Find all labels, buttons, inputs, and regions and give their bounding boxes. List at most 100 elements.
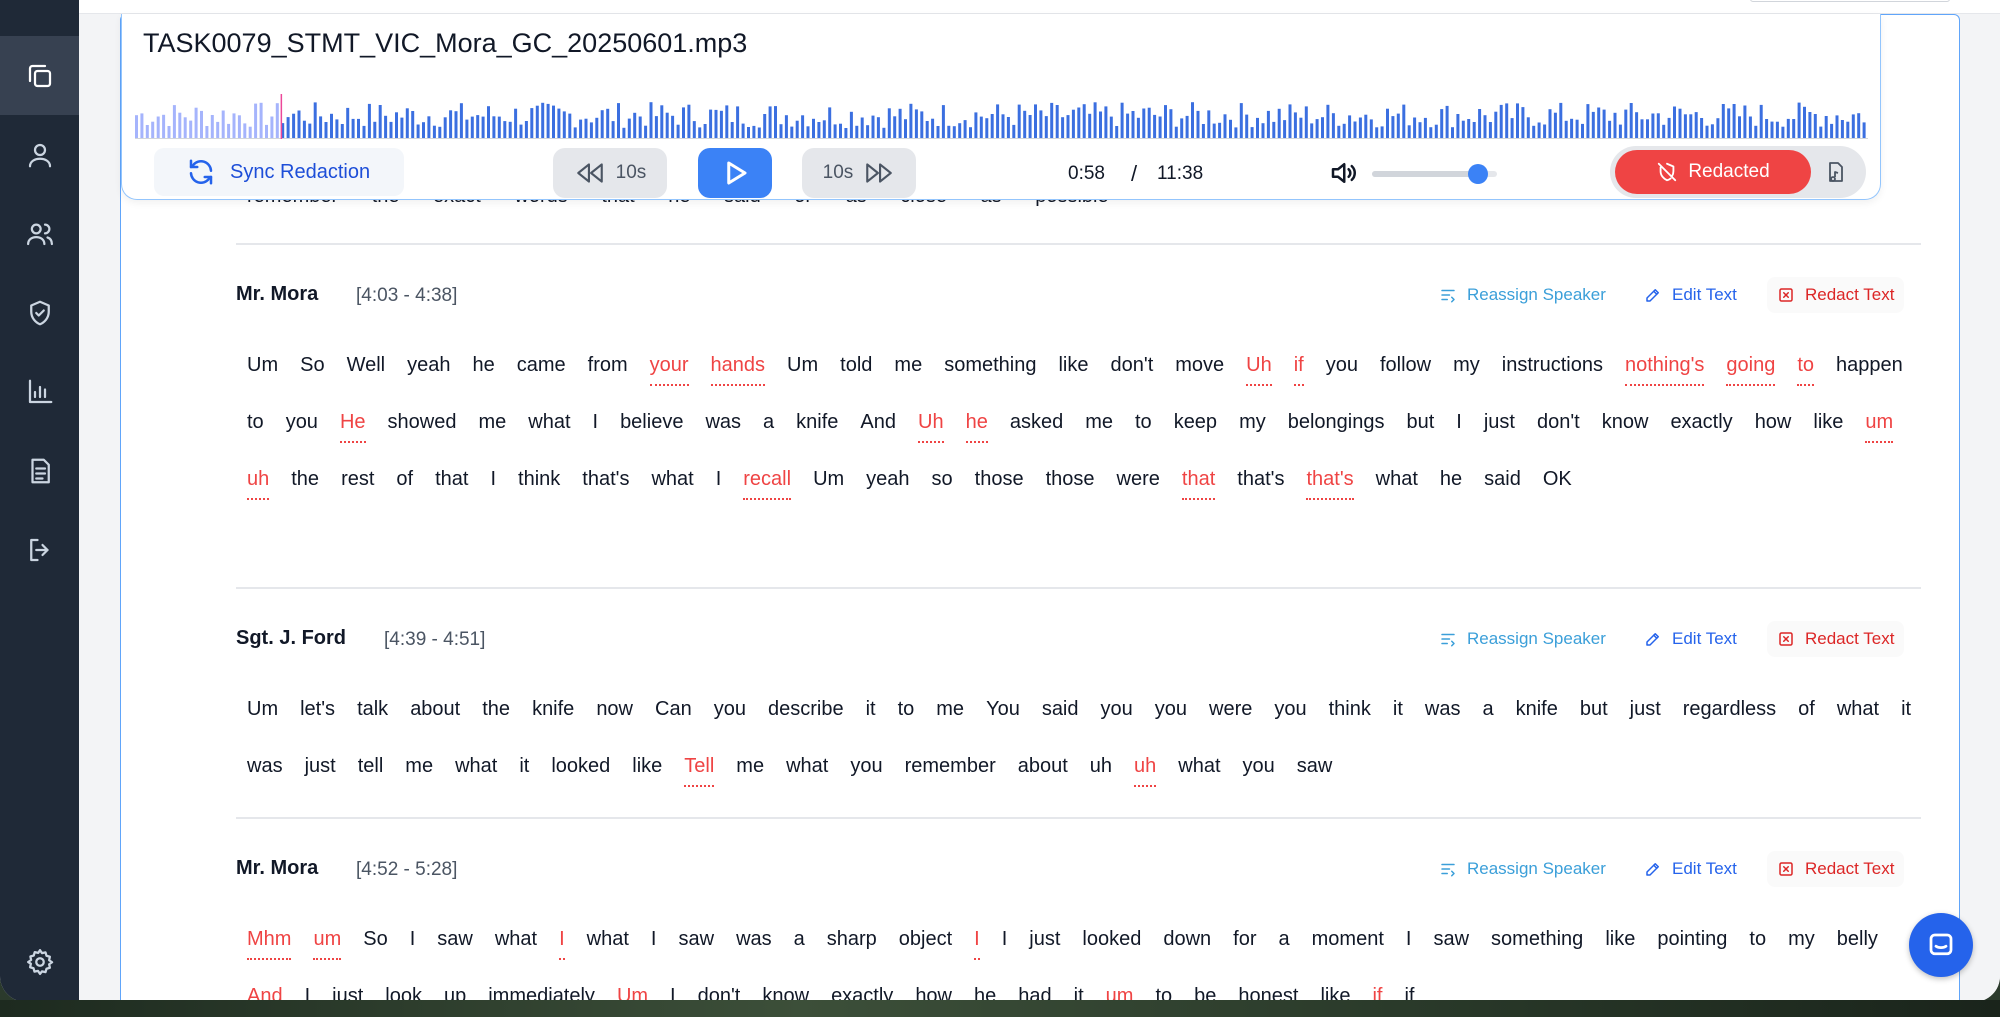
transcript-word[interactable]: Um bbox=[776, 339, 829, 396]
transcript-word[interactable]: I bbox=[582, 396, 610, 453]
transcript-word[interactable]: that bbox=[424, 453, 479, 510]
transcript-word[interactable]: looked bbox=[1071, 913, 1152, 970]
volume-button[interactable] bbox=[1327, 158, 1359, 188]
transcript-word[interactable]: were bbox=[1198, 683, 1263, 740]
transcript-word[interactable]: me bbox=[467, 396, 517, 453]
edit-text-button[interactable]: Edit Text bbox=[1634, 621, 1747, 657]
transcript-word[interactable]: follow bbox=[1369, 339, 1442, 396]
transcript-word[interactable]: of bbox=[1787, 683, 1826, 740]
transcript-word[interactable]: about bbox=[399, 683, 471, 740]
redacted-word[interactable]: um bbox=[1854, 396, 1904, 453]
transcript-word[interactable]: asked bbox=[999, 396, 1074, 453]
transcript-word[interactable]: So bbox=[289, 339, 335, 396]
transcript-word[interactable]: up bbox=[433, 970, 477, 1002]
transcript-word[interactable]: be bbox=[1183, 970, 1227, 1002]
sidebar-item-analytics[interactable] bbox=[0, 352, 79, 431]
sidebar-item-settings[interactable] bbox=[0, 922, 79, 1001]
transcript-word[interactable]: And bbox=[849, 396, 907, 453]
redacted-toggle-button[interactable]: Redacted bbox=[1615, 150, 1811, 194]
transcript-word[interactable]: you bbox=[1263, 683, 1317, 740]
redacted-word[interactable]: going bbox=[1715, 339, 1786, 396]
redacted-word[interactable]: that's bbox=[1295, 453, 1364, 510]
transcript-word[interactable]: was bbox=[725, 913, 783, 970]
transcript-word[interactable]: but bbox=[1395, 396, 1445, 453]
transcript-word[interactable]: what bbox=[444, 740, 508, 797]
transcript-word[interactable]: saw bbox=[667, 913, 725, 970]
transcript-word[interactable]: what bbox=[576, 913, 640, 970]
transcript-word[interactable]: saw bbox=[426, 913, 484, 970]
transcript-word[interactable]: I bbox=[1395, 913, 1423, 970]
redact-text-button[interactable]: Redact Text bbox=[1767, 851, 1905, 887]
redacted-word[interactable]: Uh bbox=[1235, 339, 1283, 396]
transcript-word[interactable]: I bbox=[1445, 396, 1473, 453]
redacted-word[interactable]: Tell bbox=[673, 740, 725, 797]
transcript-word[interactable]: said bbox=[1473, 453, 1532, 510]
transcript-word[interactable]: describe bbox=[757, 683, 855, 740]
sync-redaction-button[interactable]: Sync Redaction bbox=[154, 148, 404, 196]
transcript-word[interactable]: I bbox=[705, 453, 733, 510]
redacted-word[interactable]: hands bbox=[700, 339, 777, 396]
transcript-word[interactable]: what bbox=[517, 396, 581, 453]
transcript-word[interactable]: just bbox=[321, 970, 374, 1002]
redacted-word[interactable]: um bbox=[1095, 970, 1145, 1002]
transcript-word[interactable]: remember bbox=[894, 740, 1007, 797]
transcript-word[interactable]: like bbox=[1802, 396, 1854, 453]
transcript-word[interactable]: move bbox=[1164, 339, 1235, 396]
transcript-word[interactable]: saw bbox=[1286, 740, 1344, 797]
transcript-word[interactable]: sharp bbox=[816, 913, 888, 970]
transcript-word[interactable]: you bbox=[839, 740, 893, 797]
transcript-word[interactable]: like bbox=[1594, 913, 1646, 970]
redacted-word[interactable]: recall bbox=[732, 453, 802, 510]
transcript-word[interactable]: of bbox=[385, 453, 424, 510]
support-chat-button[interactable] bbox=[1909, 913, 1973, 977]
transcript-word[interactable]: know bbox=[751, 970, 820, 1002]
redacted-word[interactable]: uh bbox=[236, 453, 280, 510]
transcript-word[interactable]: you bbox=[1090, 683, 1144, 740]
transcript-word[interactable]: how bbox=[1744, 396, 1803, 453]
transcript-word[interactable]: like bbox=[1309, 970, 1361, 1002]
transcript-word[interactable]: moment bbox=[1301, 913, 1395, 970]
transcript-word[interactable]: immediately bbox=[477, 970, 606, 1002]
transcript-word[interactable]: those bbox=[1035, 453, 1106, 510]
redacted-word[interactable]: um bbox=[302, 913, 352, 970]
redact-text-button[interactable]: Redact Text bbox=[1767, 621, 1905, 657]
transcript-word[interactable]: came bbox=[506, 339, 577, 396]
transcript-word[interactable]: Um bbox=[236, 683, 289, 740]
transcript-word[interactable]: Can bbox=[644, 683, 703, 740]
transcript-word[interactable]: about bbox=[1007, 740, 1079, 797]
transcript-word[interactable]: had bbox=[1007, 970, 1062, 1002]
redacted-word[interactable]: he bbox=[955, 396, 999, 453]
transcript-word[interactable]: let's bbox=[289, 683, 346, 740]
transcript-word[interactable]: don't bbox=[687, 970, 752, 1002]
transcript-word[interactable]: talk bbox=[346, 683, 399, 740]
transcript-word[interactable]: rest bbox=[330, 453, 385, 510]
transcript-word[interactable]: like bbox=[1047, 339, 1099, 396]
transcript-word[interactable]: told bbox=[829, 339, 883, 396]
transcript-word[interactable]: it bbox=[1382, 683, 1414, 740]
transcript-word[interactable]: my bbox=[1228, 396, 1277, 453]
transcript-word[interactable]: honest bbox=[1227, 970, 1309, 1002]
redacted-word[interactable]: Uh bbox=[907, 396, 955, 453]
transcript-word[interactable]: it bbox=[508, 740, 540, 797]
transcript-word[interactable]: you bbox=[1232, 740, 1286, 797]
redacted-word[interactable]: if bbox=[1283, 339, 1315, 396]
sidebar-item-security[interactable] bbox=[0, 273, 79, 352]
transcript-word[interactable]: think bbox=[507, 453, 571, 510]
transcript-word[interactable]: he bbox=[963, 970, 1007, 1002]
transcript-word[interactable]: the bbox=[280, 453, 330, 510]
transcript-word[interactable]: those bbox=[964, 453, 1035, 510]
rewind-10s-button[interactable]: 10s bbox=[553, 148, 667, 198]
transcript-word[interactable]: but bbox=[1569, 683, 1619, 740]
transcript-word[interactable]: object bbox=[888, 913, 963, 970]
transcript-word[interactable]: I bbox=[479, 453, 507, 510]
transcript-word[interactable]: just bbox=[1473, 396, 1526, 453]
transcript-word[interactable]: saw bbox=[1422, 913, 1480, 970]
transcript-word[interactable]: exactly bbox=[1659, 396, 1743, 453]
transcript-word[interactable]: I bbox=[640, 913, 668, 970]
transcript-word[interactable]: Well bbox=[336, 339, 397, 396]
transcript-word[interactable]: what bbox=[1826, 683, 1890, 740]
transcript-word[interactable]: me bbox=[883, 339, 933, 396]
transcript-word[interactable]: I bbox=[991, 913, 1019, 970]
waveform-bars[interactable] bbox=[135, 94, 1868, 139]
redacted-word[interactable]: uh bbox=[1123, 740, 1167, 797]
